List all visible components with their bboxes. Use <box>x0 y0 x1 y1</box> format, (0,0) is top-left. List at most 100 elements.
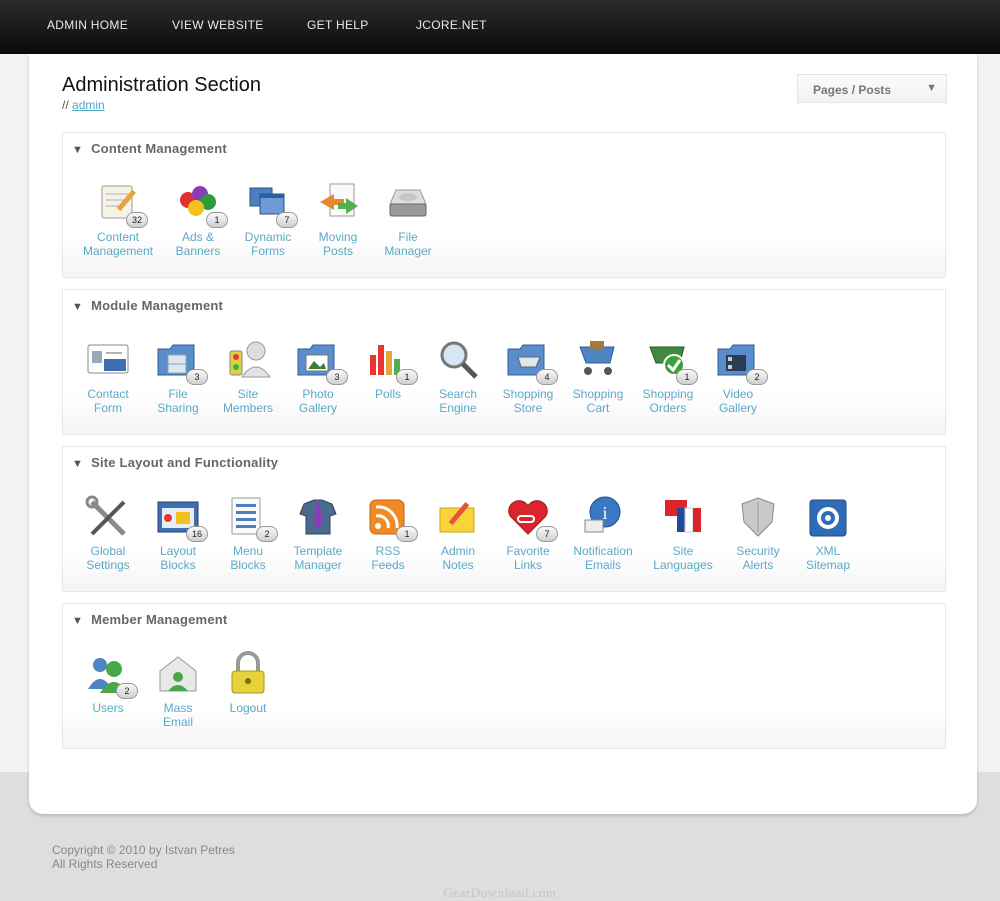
menu-list-icon: 2 <box>224 494 278 542</box>
shirt-tie-icon <box>294 494 342 538</box>
module-label: Dynamic Forms <box>244 230 292 258</box>
count-badge: 7 <box>276 212 298 228</box>
module-label: Site Members <box>222 387 273 415</box>
rss-icon: 1 <box>364 494 418 542</box>
document-arrows-icon <box>314 180 362 224</box>
nav-admin-home[interactable]: ADMIN HOME <box>47 18 128 32</box>
count-badge: 16 <box>186 526 208 542</box>
id-card-icon <box>84 337 132 381</box>
module-item-hard-drive[interactable]: File Manager <box>368 180 448 258</box>
count-badge: 2 <box>746 369 768 385</box>
module-label: Layout Blocks <box>159 544 197 572</box>
watermark-text: GearDownload.com <box>443 885 557 900</box>
module-label: Favorite Links <box>506 544 550 572</box>
module-label: Polls <box>374 387 401 401</box>
folder-photo-icon: 3 <box>294 337 348 385</box>
nav-view-website[interactable]: VIEW WEBSITE <box>172 18 264 32</box>
module-label: Logout <box>229 701 267 715</box>
module-label: Security Alerts <box>736 544 780 572</box>
module-label: Shopping Store <box>502 387 554 415</box>
count-badge: 3 <box>326 369 348 385</box>
footer-copyright: Copyright © 2010 by Istvan Petres All Ri… <box>52 843 235 871</box>
module-item-bar-chart[interactable]: 1 Polls <box>348 337 428 401</box>
module-item-shirt-tie[interactable]: Template Manager <box>278 494 358 572</box>
module-label: Shopping Orders <box>642 387 694 415</box>
section-header[interactable]: ▼ Content Management <box>72 141 227 156</box>
copyright-text: Copyright © 2010 by Istvan Petres <box>52 843 235 857</box>
module-item-folder-photo[interactable]: 3 Photo Gallery <box>278 337 358 415</box>
module-label: Menu Blocks <box>230 544 266 572</box>
section-title: Module Management <box>91 298 224 313</box>
padlock-icon <box>224 651 272 695</box>
collapse-triangle-icon: ▼ <box>72 615 84 627</box>
module-label: Video Gallery <box>718 387 757 415</box>
module-item-document-arrows[interactable]: Moving Posts <box>298 180 378 258</box>
layout-window-icon: 16 <box>154 494 208 542</box>
breadcrumb-admin-link[interactable]: admin <box>72 98 105 112</box>
breadcrumb: // admin <box>62 98 105 112</box>
user-traffic-icon <box>224 337 272 381</box>
module-item-id-card[interactable]: Contact Form <box>68 337 148 415</box>
count-badge: 2 <box>256 526 278 542</box>
shopping-cart-icon <box>574 337 622 381</box>
module-label: Global Settings <box>86 544 130 572</box>
module-item-mass-email[interactable]: Mass Email <box>138 651 218 729</box>
module-label: Users <box>92 701 124 715</box>
module-label: Template Manager <box>293 544 343 572</box>
module-item-cart-check[interactable]: 1 Shopping Orders <box>628 337 708 415</box>
notepad-pencil-icon: 32 <box>94 180 148 228</box>
count-badge: 3 <box>186 369 208 385</box>
module-item-colored-balls[interactable]: 1 Ads & Banners <box>158 180 238 258</box>
nav-get-help[interactable]: GET HELP <box>307 18 369 32</box>
module-label: Admin Notes <box>440 544 475 572</box>
section-header[interactable]: ▼ Site Layout and Functionality <box>72 455 278 470</box>
pages-posts-dropdown[interactable]: Pages / Posts ▼ <box>797 74 947 103</box>
count-badge: 1 <box>676 369 698 385</box>
module-item-sticky-note-pencil[interactable]: Admin Notes <box>418 494 498 572</box>
count-badge: 32 <box>126 212 148 228</box>
module-item-info-mail[interactable]: i Notification Emails <box>563 494 643 572</box>
module-item-sitemap[interactable]: XML Sitemap <box>788 494 868 572</box>
blue-windows-icon: 7 <box>244 180 298 228</box>
module-label: Content Management <box>82 230 154 258</box>
module-item-flags[interactable]: Site Languages <box>643 494 723 572</box>
module-item-magnifier[interactable]: Search Engine <box>418 337 498 415</box>
module-label: File Sharing <box>157 387 199 415</box>
module-label: Notification Emails <box>573 544 633 572</box>
section-header[interactable]: ▼ Member Management <box>72 612 227 627</box>
module-item-heart-link[interactable]: 7 Favorite Links <box>488 494 568 572</box>
module-label: Mass Email <box>162 701 193 729</box>
count-badge: 1 <box>396 526 418 542</box>
breadcrumb-prefix: // <box>62 98 69 112</box>
collapse-triangle-icon: ▼ <box>72 301 84 313</box>
info-mail-icon: i <box>579 494 627 538</box>
module-label: Photo Gallery <box>298 387 337 415</box>
nav-jcore-net[interactable]: JCORE.NET <box>416 18 487 32</box>
main-panel: Administration Section // admin Pages / … <box>29 54 977 814</box>
module-item-folder-cabinet[interactable]: 3 File Sharing <box>138 337 218 415</box>
folder-film-icon: 2 <box>714 337 768 385</box>
section-header[interactable]: ▼ Module Management <box>72 298 223 313</box>
module-item-folder-film[interactable]: 2 Video Gallery <box>698 337 778 415</box>
module-item-user-traffic[interactable]: Site Members <box>208 337 288 415</box>
top-nav-bar: ADMIN HOME VIEW WEBSITE GET HELP JCORE.N… <box>0 0 1000 54</box>
module-label: File Manager <box>384 230 432 258</box>
module-item-menu-list[interactable]: 2 Menu Blocks <box>208 494 288 572</box>
module-item-users[interactable]: 2 Users <box>68 651 148 715</box>
module-item-layout-window[interactable]: 16 Layout Blocks <box>138 494 218 572</box>
section-title: Content Management <box>91 141 227 156</box>
wrench-screwdriver-icon <box>84 494 132 538</box>
module-item-rss[interactable]: 1 RSS Feeds <box>348 494 428 572</box>
module-item-wrench-screwdriver[interactable]: Global Settings <box>68 494 148 572</box>
module-item-blue-windows[interactable]: 7 Dynamic Forms <box>228 180 308 258</box>
module-item-padlock[interactable]: Logout <box>208 651 288 715</box>
count-badge: 2 <box>116 683 138 699</box>
section-title: Site Layout and Functionality <box>91 455 279 470</box>
module-item-shield[interactable]: Security Alerts <box>718 494 798 572</box>
page-title: Administration Section <box>62 74 261 96</box>
module-item-notepad-pencil[interactable]: 32 Content Management <box>78 180 158 258</box>
section-title: Member Management <box>91 612 228 627</box>
module-item-shopping-cart[interactable]: Shopping Cart <box>558 337 638 415</box>
module-item-folder-cart[interactable]: 4 Shopping Store <box>488 337 568 415</box>
rights-text: All Rights Reserved <box>52 857 158 871</box>
